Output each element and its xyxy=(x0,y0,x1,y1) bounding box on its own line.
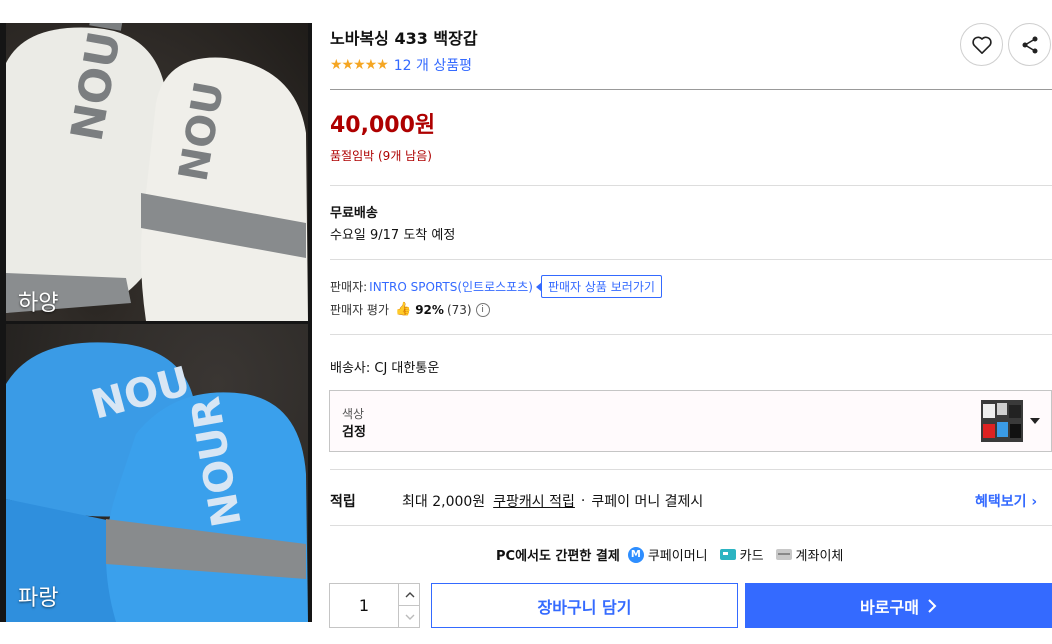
title-divider xyxy=(330,89,1052,90)
seller-rating-label: 판매자 평가 xyxy=(330,303,390,317)
payment-coupay: M 쿠페이머니 xyxy=(627,545,708,564)
stock-status-text: 품절임박 xyxy=(330,149,375,163)
shipping-divider xyxy=(330,259,1052,260)
star-rating: ★★★★★ xyxy=(330,57,389,73)
bank-icon xyxy=(775,549,792,560)
price-divider xyxy=(330,185,1052,186)
quantity-decrease-button[interactable] xyxy=(398,606,420,628)
option-label: 색상 xyxy=(342,407,365,421)
benefit-link[interactable]: 혜택보기 › xyxy=(975,491,1037,511)
payment-heading: PC에서도 간편한 결제 xyxy=(496,549,620,564)
product-image-blue[interactable]: NOU NOUR 파랑 xyxy=(6,324,308,622)
price: 40,000원 xyxy=(330,113,436,138)
chevron-down-icon xyxy=(405,614,414,620)
cash-link[interactable]: 쿠팡캐시 적립 xyxy=(493,491,575,511)
add-to-cart-button[interactable]: 장바구니 담기 xyxy=(431,583,738,628)
seller-products-button[interactable]: 판매자 상품 보러가기 xyxy=(535,275,662,298)
cash-info: 최대 2,000원 쿠팡캐시 적립 · 쿠페이 머니 결제시 xyxy=(402,491,703,511)
carrier: 배송사: CJ 대한통운 xyxy=(330,361,440,376)
payment-methods: PC에서도 간편한 결제 M 쿠페이머니 카드 계좌이체 xyxy=(496,545,855,564)
payment-method-2: 카드 xyxy=(739,549,764,564)
chevron-right-icon xyxy=(928,598,937,613)
blue-glove-illustration: NOU NOUR xyxy=(6,342,308,622)
review-count-link[interactable]: 12 개 상품평 xyxy=(394,55,472,75)
product-image-gallery: NOUR NOU 하양 NOU NOUR 파랑 xyxy=(0,0,312,644)
option-selected-value: 검정 xyxy=(342,425,366,440)
quantity-value[interactable]: 1 xyxy=(330,596,398,615)
arrival-date: 수요일 9/17 도착 예정 xyxy=(330,228,456,243)
heart-icon xyxy=(971,36,992,54)
payment-method-1: 쿠페이머니 xyxy=(647,549,708,564)
seller-name-link[interactable]: INTRO SPORTS(인트로스포츠) xyxy=(369,278,533,295)
seller-rating-percent: 92% xyxy=(415,302,444,317)
seller-rating: 판매자 평가 👍 92% (73) i xyxy=(330,301,490,318)
rating-row[interactable]: ★★★★★ 12 개 상품평 xyxy=(330,55,472,75)
cash-label: 적립 xyxy=(330,494,356,510)
chevron-up-icon xyxy=(405,591,414,597)
chevron-down-icon xyxy=(1030,418,1040,424)
white-glove-illustration: NOUR NOU xyxy=(6,23,308,321)
seller-label: 판매자: xyxy=(330,280,368,294)
cash-suffix: 쿠페이 머니 결제시 xyxy=(591,494,704,510)
coupay-icon: M xyxy=(627,546,644,563)
image-label-white: 하양 xyxy=(18,291,59,316)
image-label-blue: 파랑 xyxy=(18,586,59,611)
cash-max: 최대 2,000원 xyxy=(402,494,486,510)
quantity-increase-button[interactable] xyxy=(398,584,420,606)
wishlist-button[interactable] xyxy=(960,23,1003,66)
quantity-stepper[interactable]: 1 xyxy=(329,583,420,628)
option-divider xyxy=(330,469,1052,470)
product-image-white[interactable]: NOUR NOU 하양 xyxy=(6,23,308,321)
payment-card: 카드 xyxy=(719,545,764,564)
stock-remaining: (9개 남음) xyxy=(378,149,432,163)
seller-divider xyxy=(330,334,1052,335)
seller-row: 판매자: INTRO SPORTS(인트로스포츠) 판매자 상품 보러가기 xyxy=(330,275,662,298)
seller-rating-count: (73) xyxy=(446,302,472,317)
share-icon xyxy=(1022,36,1037,53)
shipping-title: 무료배송 xyxy=(330,206,378,221)
thumbs-up-icon: 👍 xyxy=(395,302,412,317)
option-thumbnail-image xyxy=(981,400,1023,442)
cash-divider xyxy=(330,525,1052,526)
color-option-select[interactable]: 색상 검정 xyxy=(329,390,1052,452)
option-thumbnail xyxy=(981,400,1023,442)
payment-bank: 계좌이체 xyxy=(775,545,844,564)
buy-now-button[interactable]: 바로구매 xyxy=(745,583,1052,628)
card-icon xyxy=(719,549,736,560)
info-icon[interactable]: i xyxy=(475,302,490,317)
payment-method-3: 계좌이체 xyxy=(795,549,844,564)
cash-separator: · xyxy=(580,493,586,509)
product-title: 노바복싱 433 백장갑 xyxy=(330,29,478,48)
share-button[interactable] xyxy=(1008,23,1051,66)
stock-status: 품절임박 (9개 남음) xyxy=(330,147,432,164)
buy-now-label: 바로구매 xyxy=(860,597,919,617)
